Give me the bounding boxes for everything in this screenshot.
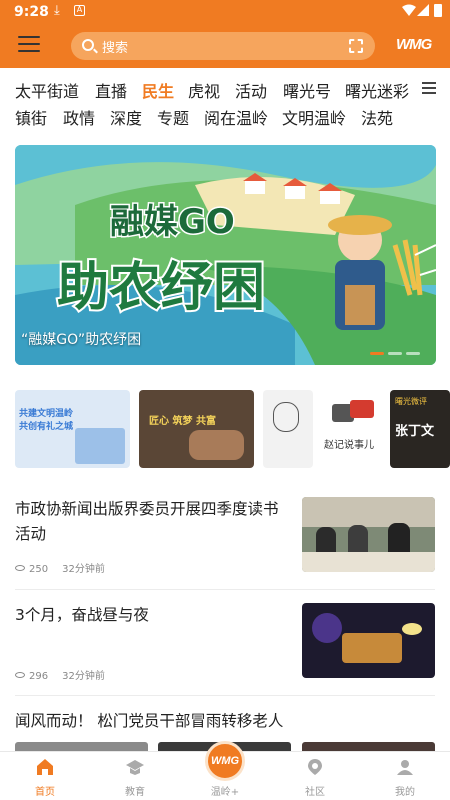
news-views: 250 — [29, 564, 49, 575]
news-meta: 250 32分钟前 — [15, 560, 105, 575]
tab-shuguang-hao[interactable]: 曙光号 — [283, 78, 331, 102]
download-icon: ⤓ — [54, 3, 60, 18]
tab-depth[interactable]: 深度 — [110, 105, 142, 129]
notification-a-icon: A — [74, 5, 85, 16]
wmg-logo[interactable]: WMG — [396, 36, 432, 53]
search-icon — [82, 39, 94, 51]
user-icon — [397, 760, 413, 775]
topic-line2: 共创有礼之城 — [19, 422, 74, 432]
nav-community[interactable]: 社区 — [275, 752, 355, 800]
app-header: 9:28 ⤓ A 搜索 WMG — [0, 0, 450, 68]
news-title: 市政协新闻出版界委员开展四季度读书活动 — [15, 500, 279, 543]
tab-tiger-view[interactable]: 虎视 — [188, 78, 220, 102]
topic-line1: 曙光微评 — [395, 397, 427, 406]
tab-taiping[interactable]: 太平街道 — [15, 78, 79, 102]
news-time: 32分钟前 — [62, 564, 105, 575]
banner-carousel[interactable]: 融媒GO 助农纾困 “融媒GO”助农纾困 — [15, 145, 436, 365]
banner-art-line2: 助农纾困 — [57, 258, 265, 318]
news-item[interactable]: 3个月，奋战昼与夜 296 32分钟前 — [15, 603, 435, 682]
more-channels-icon[interactable] — [422, 82, 436, 94]
divider — [15, 695, 435, 696]
topic-line1: 共建文明温岭 — [19, 409, 74, 419]
channel-tabs: 太平街道 直播 民生 虎视 活动 曙光号 曙光迷彩 镇街 政情 深度 专题 阅在… — [0, 72, 450, 132]
news-thumbnail — [302, 497, 435, 572]
topic-civilization[interactable]: 共建文明温岭 共创有礼之城 — [15, 390, 130, 468]
tab-politics[interactable]: 政情 — [63, 105, 95, 129]
menu-icon[interactable] — [18, 36, 40, 54]
news-meta: 296 32分钟前 — [15, 667, 105, 682]
wmg-logo-icon[interactable]: WMG — [205, 741, 245, 781]
topic-portrait[interactable] — [263, 390, 313, 468]
nav-education[interactable]: 教育 — [95, 752, 175, 800]
search-input[interactable]: 搜索 — [71, 32, 375, 60]
tab-towns[interactable]: 镇街 — [15, 105, 47, 129]
nav-label: 教育 — [125, 787, 145, 798]
nav-label: 首页 — [35, 787, 55, 798]
topic-zhao-talk[interactable]: 赵记说事儿 — [320, 390, 390, 468]
divider — [15, 589, 435, 590]
carousel-indicator — [366, 340, 420, 359]
nav-mine[interactable]: 我的 — [365, 752, 445, 800]
tab-read-wenling[interactable]: 阅在温岭 — [204, 105, 268, 129]
eye-icon — [15, 672, 25, 678]
topic-line2: 张丁文 — [395, 424, 435, 439]
news-time: 32分钟前 — [62, 671, 105, 682]
tab-live[interactable]: 直播 — [95, 78, 127, 102]
tab-law[interactable]: 法苑 — [361, 105, 393, 129]
topic-text: 赵记说事儿 — [324, 440, 374, 451]
tab-special[interactable]: 专题 — [157, 105, 189, 129]
status-bar: 9:28 ⤓ A — [0, 0, 450, 24]
topic-text: 匠心 筑梦 共富 — [149, 416, 216, 427]
tab-civilized-wenling[interactable]: 文明温岭 — [282, 105, 346, 129]
tab-livelihood[interactable]: 民生 — [142, 78, 174, 102]
news-title: 3个月，奋战昼与夜 — [15, 606, 149, 624]
nav-label: 社区 — [305, 787, 325, 798]
home-icon — [37, 759, 53, 775]
banner-art-line1: 融媒GO — [110, 202, 235, 242]
nav-home[interactable]: 首页 — [5, 752, 85, 800]
eye-icon — [15, 565, 25, 571]
wifi-icon — [402, 4, 416, 16]
news-thumbnail — [302, 603, 435, 678]
tab-activity[interactable]: 活动 — [235, 78, 267, 102]
topic-shuguang-review[interactable]: 曙光微评 张丁文 — [390, 390, 450, 468]
map-pin-icon — [308, 759, 322, 775]
scan-icon[interactable] — [349, 39, 363, 53]
status-time: 9:28 — [14, 4, 49, 20]
signal-icon — [417, 4, 429, 16]
battery-icon — [434, 4, 442, 17]
search-placeholder: 搜索 — [102, 41, 129, 56]
tab-shuguang-camo[interactable]: 曙光迷彩 — [345, 78, 409, 102]
nav-label: 我的 — [395, 787, 415, 798]
topic-craftsmanship[interactable]: 匠心 筑梦 共富 — [139, 390, 254, 468]
news-views: 296 — [29, 671, 49, 682]
news-title: 闻风而动！ 松门党员干部冒雨转移老人 — [15, 712, 284, 730]
banner-caption: “融媒GO”助农纾困 — [21, 332, 142, 348]
nav-label: 温岭+ — [210, 787, 240, 798]
news-item[interactable]: 市政协新闻出版界委员开展四季度读书活动 250 32分钟前 — [15, 497, 435, 575]
graduation-cap-icon — [126, 760, 144, 775]
topic-strip: 共建文明温岭 共创有礼之城 匠心 筑梦 共富 赵记说事儿 曙光微评 张丁文 — [15, 390, 450, 470]
